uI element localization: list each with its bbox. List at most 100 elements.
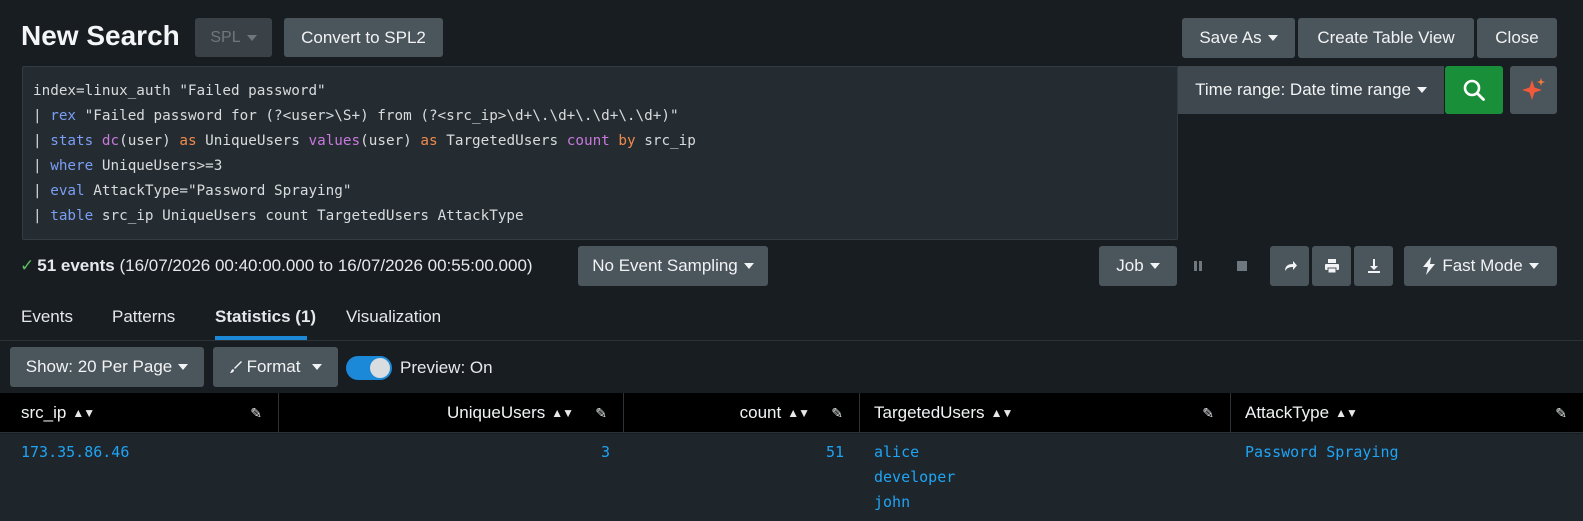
- column-header-unique-users[interactable]: UniqueUsers ▲▼ ✎: [279, 393, 624, 433]
- tab-visualization[interactable]: Visualization: [346, 307, 441, 327]
- save-as-button[interactable]: Save As: [1182, 18, 1295, 58]
- query-token: table: [50, 208, 94, 224]
- query-token: eval: [50, 183, 85, 199]
- cell-attack-type[interactable]: Password Spraying: [1245, 440, 1399, 465]
- query-token: where: [50, 158, 94, 174]
- tab-statistics[interactable]: Statistics (1): [215, 307, 316, 327]
- stop-button[interactable]: [1232, 256, 1252, 276]
- chevron-down-icon: [1267, 35, 1278, 41]
- targeted-user-value[interactable]: developer: [874, 465, 955, 490]
- download-icon: [1367, 259, 1380, 273]
- cell-unique-users[interactable]: 3: [500, 440, 610, 465]
- search-query-line: index=linux_auth "Failed password": [33, 79, 1167, 104]
- pause-button[interactable]: [1188, 256, 1208, 276]
- tab-patterns[interactable]: Patterns: [112, 307, 175, 327]
- search-editor[interactable]: index=linux_auth "Failed password" | rex …: [22, 66, 1178, 240]
- table-header: src_ip ▲▼ ✎ UniqueUsers ▲▼ ✎ count ▲▼ ✎ Tar…: [0, 393, 1583, 433]
- column-header-targeted-users[interactable]: TargetedUsers ▲▼ ✎: [860, 393, 1231, 433]
- cell-targeted-users: alice developer john: [874, 440, 955, 515]
- job-label: Job: [1116, 256, 1144, 275]
- column-header-attack-type[interactable]: AttackType ▲▼ ✎: [1231, 393, 1583, 433]
- page-title: New Search: [21, 20, 180, 51]
- query-token: by: [618, 133, 636, 149]
- search-mode-dropdown[interactable]: Fast Mode: [1404, 246, 1557, 286]
- status-line: ✓ 51 events (16/07/2026 00:40:00.000 to 1…: [20, 256, 533, 276]
- search-query-line: | stats dc(user) as UniqueUsers values(u…: [33, 129, 1167, 154]
- search-query-line: | table src_ip UniqueUsers count Targete…: [33, 204, 1167, 229]
- edit-column-icon[interactable]: ✎: [595, 405, 607, 422]
- export-button[interactable]: [1354, 246, 1393, 286]
- spl-dropdown[interactable]: SPL: [195, 18, 272, 57]
- query-token: [93, 133, 102, 149]
- per-page-dropdown[interactable]: Show: 20 Per Page: [10, 347, 204, 387]
- convert-to-spl2-button[interactable]: Convert to SPL2: [284, 18, 443, 57]
- search-icon: [1463, 79, 1485, 101]
- edit-column-icon[interactable]: ✎: [831, 405, 843, 422]
- ai-assistant-button[interactable]: [1510, 66, 1557, 114]
- query-token: |: [33, 158, 51, 174]
- targeted-user-value[interactable]: john: [874, 490, 955, 515]
- sort-icon[interactable]: ▲▼: [787, 406, 810, 420]
- search-query-line: | where UniqueUsers>=3: [33, 154, 1167, 179]
- sparkle-icon: [1521, 78, 1545, 100]
- query-token: src_ip: [635, 133, 696, 149]
- pause-icon: [1194, 261, 1202, 271]
- share-button[interactable]: [1270, 246, 1309, 286]
- events-count[interactable]: 51 events: [37, 256, 115, 275]
- edit-column-icon[interactable]: ✎: [1202, 405, 1214, 422]
- tab-events[interactable]: Events: [21, 307, 73, 327]
- sort-icon[interactable]: ▲▼: [72, 406, 95, 420]
- search-mode-label: Fast Mode: [1442, 256, 1523, 275]
- save-as-label: Save As: [1199, 28, 1262, 47]
- query-token: (user): [360, 133, 421, 149]
- query-token: UniqueUsers>=3: [93, 158, 223, 174]
- print-button[interactable]: [1312, 246, 1351, 286]
- job-dropdown[interactable]: Job: [1099, 246, 1177, 286]
- table-row: 173.35.86.46 3 51 alice developer john P…: [0, 434, 1583, 521]
- query-token: src_ip UniqueUsers count TargetedUsers A…: [93, 208, 524, 224]
- create-table-view-button[interactable]: Create Table View: [1298, 18, 1474, 58]
- chevron-down-icon: [743, 263, 754, 269]
- preview-label: Preview: On: [400, 358, 493, 377]
- column-header-count[interactable]: count ▲▼ ✎: [624, 393, 860, 433]
- query-token: stats: [50, 133, 94, 149]
- search-query-line: | rex "Failed password for (?<user>\S+) …: [33, 104, 1167, 129]
- column-header-src-ip[interactable]: src_ip ▲▼ ✎: [0, 393, 279, 433]
- stop-icon: [1237, 261, 1247, 271]
- format-dropdown[interactable]: Format: [213, 347, 338, 387]
- results-tabs: Events Patterns Statistics (1) Visualiza…: [0, 297, 1583, 341]
- search-button[interactable]: [1445, 66, 1503, 114]
- close-button[interactable]: Close: [1477, 18, 1557, 58]
- column-label: count: [739, 403, 782, 422]
- query-token: index=linux_auth "Failed password": [33, 83, 326, 99]
- event-sampling-label: No Event Sampling: [592, 256, 738, 275]
- edit-column-icon[interactable]: ✎: [250, 405, 262, 422]
- cell-src-ip[interactable]: 173.35.86.46: [21, 440, 129, 465]
- time-range-text: (16/07/2026 00:40:00.000 to 16/07/2026 0…: [119, 256, 533, 275]
- print-icon: [1324, 259, 1339, 274]
- query-token: count: [566, 133, 610, 149]
- query-token: UniqueUsers: [196, 133, 309, 149]
- cell-count[interactable]: 51: [740, 440, 844, 465]
- edit-column-icon[interactable]: ✎: [1555, 405, 1567, 422]
- query-token: as: [179, 133, 197, 149]
- sort-icon[interactable]: ▲▼: [551, 406, 574, 420]
- time-range-picker[interactable]: Time range: Date time range: [1178, 66, 1444, 114]
- event-sampling-dropdown[interactable]: No Event Sampling: [578, 246, 768, 286]
- query-token: |: [33, 108, 51, 124]
- brush-icon: [229, 361, 242, 373]
- lightning-icon: [1423, 257, 1436, 275]
- query-token: rex: [50, 108, 77, 124]
- preview-toggle[interactable]: [346, 356, 392, 380]
- targeted-user-value[interactable]: alice: [874, 440, 955, 465]
- query-token: TargetedUsers: [437, 133, 567, 149]
- query-token: AttackType="Password Spraying": [84, 183, 352, 199]
- active-tab-indicator: [215, 336, 307, 340]
- per-page-label: Show: 20 Per Page: [25, 357, 173, 376]
- sort-icon[interactable]: ▲▼: [1335, 406, 1358, 420]
- chevron-down-icon: [1416, 87, 1427, 93]
- chevron-down-icon: [1528, 263, 1539, 269]
- sort-icon[interactable]: ▲▼: [991, 406, 1014, 420]
- query-token: |: [33, 133, 51, 149]
- column-label: TargetedUsers: [874, 403, 985, 422]
